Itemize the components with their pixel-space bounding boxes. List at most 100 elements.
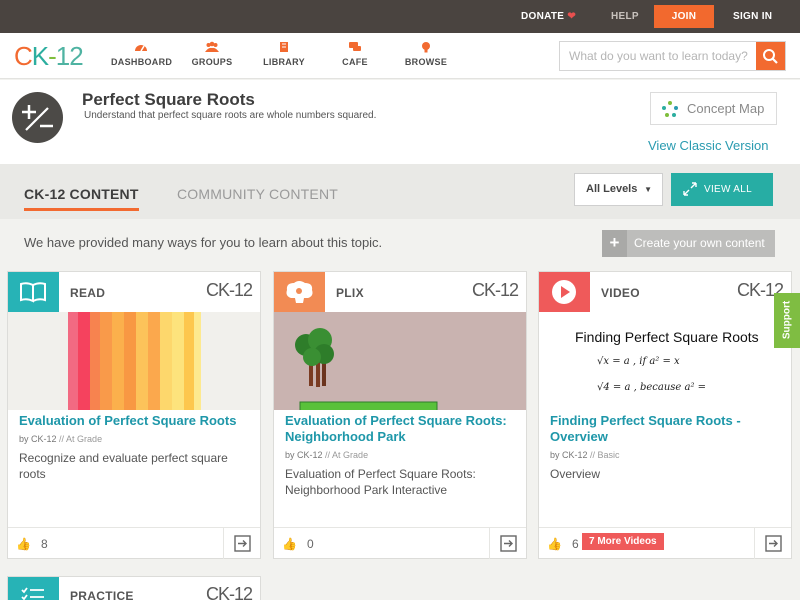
card-author: by CK-12 <box>285 450 323 460</box>
card-author: by CK-12 <box>19 434 57 444</box>
levels-value: All Levels <box>586 183 638 195</box>
logo-dash: - <box>48 41 57 71</box>
card-header: PLIX CK-12 <box>274 272 526 312</box>
levels-dropdown[interactable]: All Levels ▼ <box>574 173 663 206</box>
card-description: Evaluation of Perfect Square Roots: Neig… <box>285 467 476 497</box>
like-button[interactable]: 👍 8 <box>16 537 48 551</box>
thumbs-up-icon: 👍 <box>547 537 562 551</box>
expand-icon <box>683 182 697 196</box>
chat-icon <box>349 42 361 51</box>
card-meta: by CK-12 // Basic <box>550 450 620 460</box>
card-level: // At Grade <box>325 450 369 460</box>
view-all-button[interactable]: VIEW ALL <box>671 173 773 206</box>
nav-cafe-label: CAFE <box>342 57 368 67</box>
read-card[interactable]: READ CK-12 Evaluation of Perfect Square … <box>7 271 261 559</box>
main-nav: CK-12 DASHBOARD GROUPS LIBRARY CAFE BROW… <box>0 33 800 79</box>
like-button[interactable]: 👍 6 <box>547 537 579 551</box>
open-button[interactable] <box>223 528 260 559</box>
card-footer: 👍 6 7 More Videos <box>539 527 791 559</box>
content-tabs: CK-12 CONTENT COMMUNITY CONTENT All Leve… <box>0 164 800 219</box>
gauge-icon <box>135 45 147 52</box>
lightbulb-icon <box>422 42 430 53</box>
view-all-label: VIEW ALL <box>704 184 752 195</box>
nav-groups-label: GROUPS <box>191 57 233 67</box>
concept-map-button[interactable]: Concept Map <box>650 92 777 125</box>
view-classic-link[interactable]: View Classic Version <box>648 138 768 153</box>
donate-link[interactable]: DONATE ❤ <box>521 0 576 33</box>
practice-card[interactable]: PRACTICE CK-12 <box>7 576 261 600</box>
search-box <box>559 41 786 71</box>
ck12-brand: CK-12 <box>205 280 253 300</box>
join-button[interactable]: JOIN <box>654 5 714 28</box>
sign-in-link[interactable]: SIGN IN <box>733 0 772 33</box>
more-videos-button[interactable]: 7 More Videos <box>582 533 664 550</box>
card-description: Overview <box>550 467 601 481</box>
top-bar: DONATE ❤ HELP JOIN SIGN IN <box>0 0 800 33</box>
video-thumb-line1: √x = a , if a² = x <box>597 356 680 367</box>
play-icon <box>539 272 590 312</box>
checklist-icon <box>8 577 59 600</box>
nav-dashboard[interactable]: DASHBOARD <box>111 41 173 67</box>
card-meta: by CK-12 // At Grade <box>19 434 102 444</box>
card-title-link[interactable]: Finding Perfect Square Roots - Overview <box>550 413 785 445</box>
brain-icon <box>274 272 325 312</box>
card-meta: by CK-12 // At Grade <box>285 450 368 460</box>
thumbs-up-icon: 👍 <box>16 537 31 551</box>
like-count: 8 <box>40 537 48 551</box>
donate-label: DONATE <box>521 11 565 22</box>
video-card[interactable]: VIDEO CK-12 Finding Perfect Square Roots… <box>538 271 792 559</box>
help-link[interactable]: HELP <box>611 0 639 33</box>
intro-text: We have provided many ways for you to le… <box>24 235 383 250</box>
nav-browse[interactable]: BROWSE <box>403 41 449 67</box>
book-icon <box>8 272 59 312</box>
caret-down-icon: ▼ <box>644 185 652 194</box>
support-label: Support <box>781 300 793 340</box>
library-icon <box>280 42 288 52</box>
card-type-label: PLIX <box>336 286 364 300</box>
plus-icon: + <box>602 230 627 257</box>
card-title-link[interactable]: Evaluation of Perfect Square Roots <box>19 413 254 429</box>
tab-community-content[interactable]: COMMUNITY CONTENT <box>177 186 338 202</box>
topic-header: Perfect Square Roots Understand that per… <box>0 80 800 164</box>
search-button[interactable] <box>756 42 785 70</box>
card-author: by CK-12 <box>550 450 588 460</box>
nav-dashboard-label: DASHBOARD <box>111 57 173 67</box>
plus-minus-icon <box>12 92 63 143</box>
open-arrow-icon <box>234 535 251 552</box>
logo-c: C <box>14 41 33 71</box>
tab-ck12-content[interactable]: CK-12 CONTENT <box>24 186 139 211</box>
search-input[interactable] <box>560 42 756 70</box>
logo-num: 12 <box>55 41 84 71</box>
card-footer: 👍 8 <box>8 527 260 559</box>
logo-k: K <box>31 41 49 71</box>
card-type-label: READ <box>70 286 106 300</box>
plix-thumbnail <box>274 312 526 410</box>
like-button[interactable]: 👍 0 <box>282 537 314 551</box>
nav-cafe[interactable]: CAFE <box>337 41 373 67</box>
ck12-brand: CK-12 <box>205 584 253 600</box>
heart-icon: ❤ <box>567 11 577 22</box>
video-thumb-title: Finding Perfect Square Roots <box>575 329 759 345</box>
page-title: Perfect Square Roots <box>82 90 255 109</box>
concept-map-label: Concept Map <box>687 101 765 116</box>
open-button[interactable] <box>489 528 526 559</box>
plix-card[interactable]: PLIX CK-12 Evaluation of Perfect Square … <box>273 271 527 559</box>
ck12-logo[interactable]: CK-12 <box>14 41 84 71</box>
nav-library[interactable]: LIBRARY <box>263 41 305 67</box>
video-thumb-line2: √4 = a , because a² = <box>597 382 707 393</box>
search-icon <box>763 49 778 64</box>
card-footer: 👍 0 <box>274 527 526 559</box>
open-button[interactable] <box>754 528 791 559</box>
card-title-link[interactable]: Evaluation of Perfect Square Roots: Neig… <box>285 413 520 445</box>
ck12-brand: CK-12 <box>471 280 519 300</box>
concept-map-icon <box>662 101 678 117</box>
card-level: // At Grade <box>59 434 103 444</box>
nav-groups[interactable]: GROUPS <box>191 41 233 67</box>
card-header: READ CK-12 <box>8 272 260 312</box>
support-tab[interactable]: Support <box>774 293 800 348</box>
create-content-button[interactable]: + Create your own content <box>602 230 775 257</box>
nav-browse-label: BROWSE <box>404 57 448 67</box>
card-type-label: VIDEO <box>601 286 640 300</box>
groups-icon <box>205 41 219 52</box>
card-level: // Basic <box>590 450 620 460</box>
